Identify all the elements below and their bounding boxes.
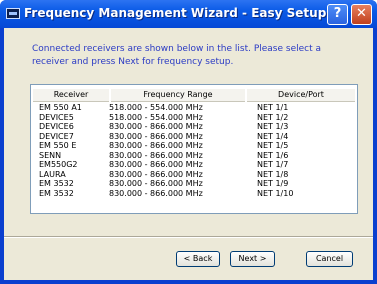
frequency-range: 830.000 - 866.000 MHz <box>109 188 203 198</box>
column-header-device-port[interactable]: Device/Port <box>247 89 355 102</box>
list-item[interactable]: DEVICE7 830.000 - 866.000 MHz NET 1/4 <box>31 132 357 142</box>
back-button[interactable]: < Back <box>176 251 220 267</box>
device-port: NET 1/8 <box>257 169 289 179</box>
receiver-name: DEVICE5 <box>39 112 74 122</box>
instruction-line-2: receiver and press Next for frequency se… <box>32 57 234 67</box>
receiver-name: DEVICE7 <box>39 131 74 141</box>
receiver-name: EM 550 A1 <box>39 103 82 112</box>
receiver-name: EM 3532 <box>39 188 74 198</box>
receiver-name: EM550G2 <box>39 160 78 169</box>
frequency-range: 518.000 - 554.000 MHz <box>109 103 203 112</box>
device-port: NET 1/9 <box>257 179 289 188</box>
list-item[interactable]: EM 3532 830.000 - 866.000 MHz NET 1/10 <box>31 189 357 199</box>
list-item[interactable]: EM 550 A1 518.000 - 554.000 MHz NET 1/1 <box>31 103 357 113</box>
list-item[interactable]: EM 550 E 830.000 - 866.000 MHz NET 1/5 <box>31 141 357 151</box>
receiver-name: EM 550 E <box>39 141 77 150</box>
list-item[interactable]: DEVICE6 830.000 - 866.000 MHz NET 1/3 <box>31 122 357 132</box>
receiver-name: LAURA <box>39 169 66 179</box>
instruction-line-1: Connected receivers are shown below in t… <box>32 44 322 54</box>
cancel-button[interactable]: Cancel <box>306 251 353 267</box>
list-item[interactable]: DEVICE5 518.000 - 554.000 MHz NET 1/2 <box>31 113 357 123</box>
close-icon[interactable]: ✕ <box>351 4 372 25</box>
device-port: NET 1/1 <box>257 103 289 112</box>
device-port: NET 1/4 <box>257 131 289 141</box>
frequency-range: 830.000 - 866.000 MHz <box>109 131 203 141</box>
device-port: NET 1/3 <box>257 122 289 131</box>
frequency-range: 830.000 - 866.000 MHz <box>109 179 203 188</box>
title-bar[interactable]: Frequency Management Wizard - Easy Setup… <box>0 0 377 28</box>
frequency-range: 830.000 - 866.000 MHz <box>109 150 203 160</box>
list-item[interactable]: EM 3532 830.000 - 866.000 MHz NET 1/9 <box>31 179 357 189</box>
column-header-frequency-range[interactable]: Frequency Range <box>111 89 245 102</box>
frequency-range: 518.000 - 554.000 MHz <box>109 112 203 122</box>
device-port: NET 1/6 <box>257 150 289 160</box>
button-separator <box>4 236 373 238</box>
frequency-range: 830.000 - 866.000 MHz <box>109 169 203 179</box>
window-title: Frequency Management Wizard - Easy Setup <box>24 6 327 20</box>
app-window-icon <box>6 8 20 19</box>
frequency-range: 830.000 - 866.000 MHz <box>109 160 203 169</box>
list-item[interactable]: SENN 830.000 - 866.000 MHz NET 1/6 <box>31 151 357 161</box>
device-port: NET 1/10 <box>257 188 294 198</box>
device-port: NET 1/5 <box>257 141 289 150</box>
receiver-name: EM 3532 <box>39 179 74 188</box>
next-button[interactable]: Next > <box>230 251 275 267</box>
receiver-name: DEVICE6 <box>39 122 74 131</box>
device-port: NET 1/7 <box>257 160 289 169</box>
list-item[interactable]: LAURA 830.000 - 866.000 MHz NET 1/8 <box>31 170 357 180</box>
help-icon[interactable]: ? <box>327 4 348 25</box>
receiver-rows: EM 550 A1 518.000 - 554.000 MHz NET 1/1 DE… <box>31 103 357 198</box>
list-item[interactable]: EM550G2 830.000 - 866.000 MHz NET 1/7 <box>31 160 357 170</box>
frequency-range: 830.000 - 866.000 MHz <box>109 122 203 131</box>
instruction-text: Connected receivers are shown below in t… <box>32 43 332 69</box>
column-header-receiver[interactable]: Receiver <box>33 89 109 102</box>
receiver-list[interactable]: Receiver Frequency Range Device/Port EM … <box>30 84 358 214</box>
frequency-range: 830.000 - 866.000 MHz <box>109 141 203 150</box>
device-port: NET 1/2 <box>257 112 289 122</box>
receiver-name: SENN <box>39 150 62 160</box>
